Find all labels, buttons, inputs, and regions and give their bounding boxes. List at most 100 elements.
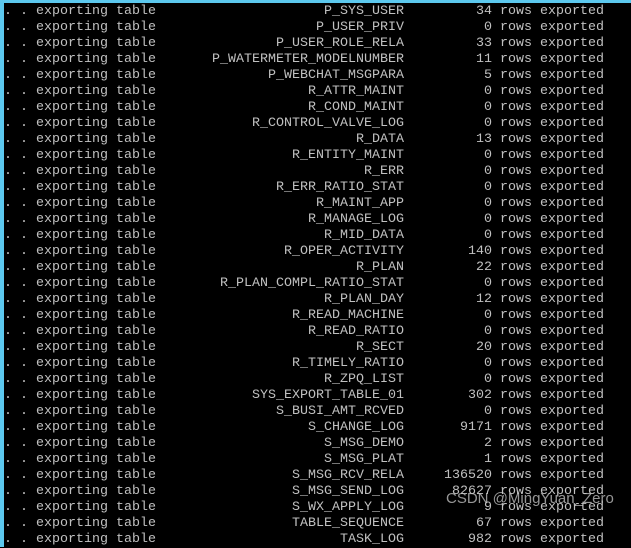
row-count: 33	[476, 36, 492, 51]
table-name: R_ENTITY_MAINT	[292, 148, 404, 163]
line-suffix: rows exported	[500, 532, 604, 547]
row-count: 0	[484, 148, 492, 163]
console-line: . . exporting table S_MSG_RCV_RELA 136520 r…	[4, 468, 604, 484]
console-line: . . exporting table S_MSG_DEMO 2 rows expor…	[4, 436, 604, 452]
row-count: 0	[484, 228, 492, 243]
row-count: 0	[484, 276, 492, 291]
line-suffix: rows exported	[500, 116, 604, 131]
console-line: . . exporting table S_MSG_PLAT 1 rows expor…	[4, 452, 604, 468]
table-name: P_WEBCHAT_MSGPARA	[268, 68, 404, 83]
table-name: SYS_EXPORT_TABLE_01	[252, 388, 404, 403]
row-count: 0	[484, 100, 492, 115]
console-line: . . exporting table R_OPER_ACTIVITY 140 row…	[4, 244, 604, 260]
row-count: 0	[484, 116, 492, 131]
table-name: R_READ_RATIO	[308, 324, 404, 339]
console-line: . . exporting table R_ENTITY_MAINT 0 rows e…	[4, 148, 604, 164]
row-count: 0	[484, 20, 492, 35]
table-name: S_MSG_PLAT	[324, 452, 404, 467]
line-prefix: . . exporting table	[4, 372, 156, 387]
table-name: S_MSG_RCV_RELA	[292, 468, 404, 483]
row-count: 0	[484, 308, 492, 323]
console-output: . . exporting table P_SYS_USER 34 rows expo…	[4, 4, 604, 548]
console-line: . . exporting table R_SECT 20 rows exported	[4, 340, 604, 356]
table-name: R_PLAN_DAY	[324, 292, 404, 307]
console-line: . . exporting table R_ATTR_MAINT 0 rows exp…	[4, 84, 604, 100]
line-suffix: rows exported	[500, 52, 604, 67]
line-suffix: rows exported	[500, 516, 604, 531]
console-line: . . exporting table S_BUSI_AMT_RCVED 0 rows…	[4, 404, 604, 420]
line-suffix: rows exported	[500, 228, 604, 243]
table-name: P_USER_ROLE_RELA	[276, 36, 404, 51]
line-suffix: rows exported	[500, 452, 604, 467]
console-line: . . exporting table R_MANAGE_LOG 0 rows exp…	[4, 212, 604, 228]
table-name: R_READ_MACHINE	[292, 308, 404, 323]
line-suffix: rows exported	[500, 36, 604, 51]
table-name: R_PLAN_COMPL_RATIO_STAT	[220, 276, 404, 291]
console-line: . . exporting table R_ZPQ_LIST 0 rows expor…	[4, 372, 604, 388]
line-suffix: rows exported	[500, 324, 604, 339]
line-prefix: . . exporting table	[4, 340, 156, 355]
table-name: S_MSG_DEMO	[324, 436, 404, 451]
line-prefix: . . exporting table	[4, 532, 156, 547]
line-suffix: rows exported	[500, 404, 604, 419]
line-suffix: rows exported	[500, 4, 604, 19]
line-prefix: . . exporting table	[4, 36, 156, 51]
table-name: R_ERR_RATIO_STAT	[276, 180, 404, 195]
row-count: 140	[468, 244, 492, 259]
line-suffix: rows exported	[500, 20, 604, 35]
line-prefix: . . exporting table	[4, 468, 156, 483]
line-prefix: . . exporting table	[4, 388, 156, 403]
console-line: . . exporting table TABLE_SEQUENCE 67 rows …	[4, 516, 604, 532]
line-suffix: rows exported	[500, 212, 604, 227]
table-name: R_OPER_ACTIVITY	[284, 244, 404, 259]
line-suffix: rows exported	[500, 260, 604, 275]
line-prefix: . . exporting table	[4, 356, 156, 371]
line-suffix: rows exported	[500, 436, 604, 451]
line-prefix: . . exporting table	[4, 484, 156, 499]
row-count: 22	[476, 260, 492, 275]
line-suffix: rows exported	[500, 388, 604, 403]
row-count: 0	[484, 84, 492, 99]
line-prefix: . . exporting table	[4, 516, 156, 531]
line-prefix: . . exporting table	[4, 276, 156, 291]
line-prefix: . . exporting table	[4, 404, 156, 419]
line-suffix: rows exported	[500, 196, 604, 211]
table-name: R_ERR	[364, 164, 404, 179]
table-name: R_ATTR_MAINT	[308, 84, 404, 99]
row-count: 0	[484, 404, 492, 419]
table-name: S_MSG_SEND_LOG	[292, 484, 404, 499]
console-line: . . exporting table P_WATERMETER_MODELNUM…	[4, 52, 604, 68]
line-suffix: rows exported	[500, 308, 604, 323]
line-prefix: . . exporting table	[4, 260, 156, 275]
line-suffix: rows exported	[500, 132, 604, 147]
row-count: 0	[484, 164, 492, 179]
console-line: . . exporting table P_USER_PRIV 0 rows expo…	[4, 20, 604, 36]
table-name: R_MAINT_APP	[316, 196, 404, 211]
row-count: 9171	[460, 420, 492, 435]
line-prefix: . . exporting table	[4, 180, 156, 195]
console-line: . . exporting table S_CHANGE_LOG 9171 rows …	[4, 420, 604, 436]
line-prefix: . . exporting table	[4, 436, 156, 451]
line-suffix: rows exported	[500, 468, 604, 483]
line-prefix: . . exporting table	[4, 52, 156, 67]
console-line: . . exporting table R_COND_MAINT 0 rows exp…	[4, 100, 604, 116]
line-suffix: rows exported	[500, 148, 604, 163]
row-count: 0	[484, 212, 492, 227]
line-suffix: rows exported	[500, 244, 604, 259]
table-name: R_COND_MAINT	[308, 100, 404, 115]
row-count: 0	[484, 324, 492, 339]
table-name: S_WX_APPLY_LOG	[292, 500, 404, 515]
line-suffix: rows exported	[500, 292, 604, 307]
line-prefix: . . exporting table	[4, 308, 156, 323]
table-name: TASK_LOG	[340, 532, 404, 547]
window-frame-top	[0, 0, 631, 3]
line-suffix: rows exported	[500, 100, 604, 115]
table-name: P_USER_PRIV	[316, 20, 404, 35]
table-name: TABLE_SEQUENCE	[292, 516, 404, 531]
line-prefix: . . exporting table	[4, 196, 156, 211]
line-prefix: . . exporting table	[4, 324, 156, 339]
row-count: 136520	[444, 468, 492, 483]
table-name: R_MID_DATA	[324, 228, 404, 243]
console-line: . . exporting table R_ERR_RATIO_STAT 0 rows…	[4, 180, 604, 196]
table-name: R_PLAN	[356, 260, 404, 275]
